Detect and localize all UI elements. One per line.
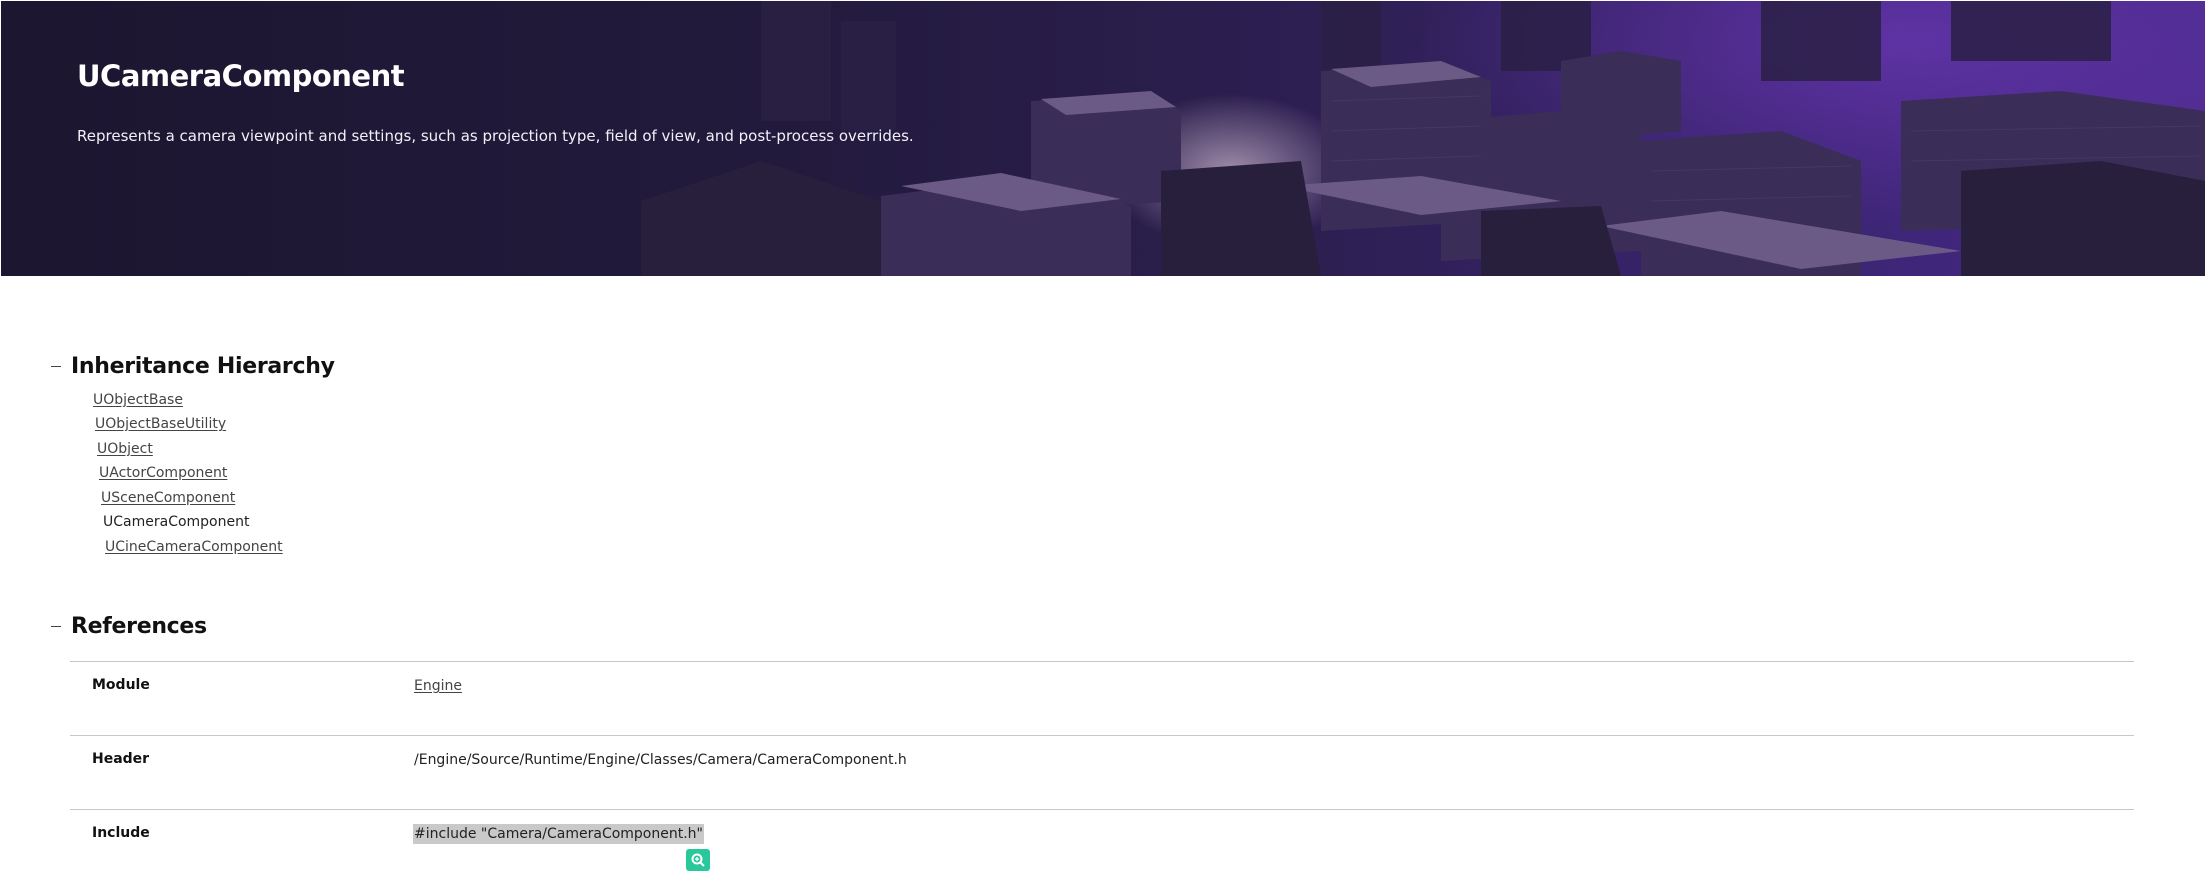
hierarchy-item-uobject[interactable]: UObject (97, 441, 153, 457)
hierarchy-item-uactorcomponent[interactable]: UActorComponent (99, 465, 227, 481)
hero-banner: UCameraComponent Represents a camera vie… (1, 1, 2205, 276)
hierarchy-item-ucameracomponent: UCameraComponent (103, 514, 249, 530)
reference-label-header: Header (92, 751, 150, 767)
minus-icon[interactable] (50, 361, 62, 373)
hierarchy-item-uobjectbase[interactable]: UObjectBase (93, 392, 183, 408)
hierarchy-link[interactable]: UActorComponent (99, 465, 227, 481)
reference-label-include: Include (92, 825, 150, 841)
table-divider (70, 661, 2134, 662)
table-divider (70, 735, 2134, 736)
reference-value-header[interactable]: /Engine/Source/Runtime/Engine/Classes/Ca… (414, 752, 907, 768)
search-plus-icon (691, 853, 705, 867)
references-section-header[interactable]: References (50, 614, 207, 639)
page-description: Represents a camera viewpoint and settin… (77, 127, 914, 145)
page-title: UCameraComponent (77, 59, 405, 93)
hierarchy-link[interactable]: UCineCameraComponent (105, 539, 283, 555)
module-link[interactable]: Engine (414, 678, 462, 694)
hierarchy-item-ucinecameracomponent[interactable]: UCineCameraComponent (105, 539, 283, 555)
hierarchy-link[interactable]: UObjectBaseUtility (95, 416, 226, 432)
hierarchy-item-uscenecomponent[interactable]: USceneComponent (101, 490, 235, 506)
references-section-title: References (71, 614, 207, 639)
copy-button[interactable] (686, 849, 710, 871)
hierarchy-link[interactable]: USceneComponent (101, 490, 235, 506)
hierarchy-item-uobjectbaseutility[interactable]: UObjectBaseUtility (95, 416, 226, 432)
hierarchy-link[interactable]: UObject (97, 441, 153, 457)
inheritance-section-title: Inheritance Hierarchy (71, 354, 335, 379)
reference-value-include[interactable]: #include "Camera/CameraComponent.h" (413, 824, 704, 844)
hierarchy-link[interactable]: UObjectBase (93, 392, 183, 408)
hierarchy-current-class: UCameraComponent (103, 514, 250, 530)
reference-label-module: Module (92, 677, 150, 693)
table-divider (70, 809, 2134, 810)
reference-value-module[interactable]: Engine (414, 678, 462, 694)
minus-icon[interactable] (50, 621, 62, 633)
inheritance-section-header[interactable]: Inheritance Hierarchy (50, 354, 335, 379)
